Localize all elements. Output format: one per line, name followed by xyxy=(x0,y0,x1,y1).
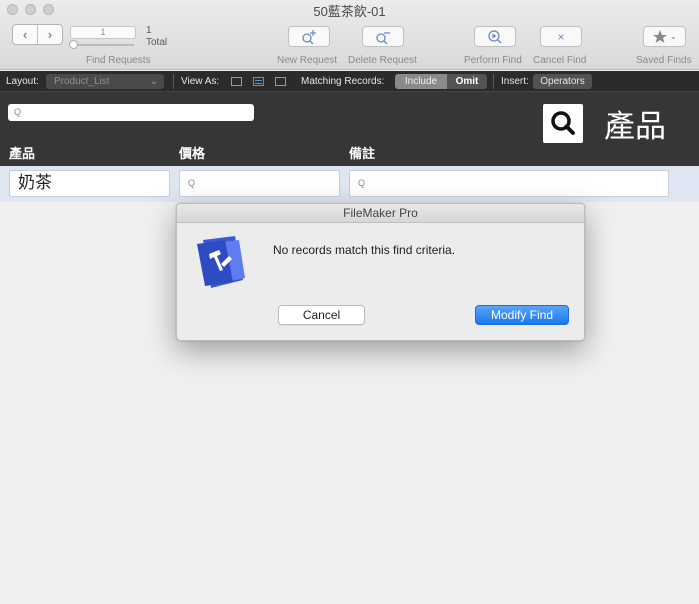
table-view-icon[interactable] xyxy=(275,77,286,86)
price-field[interactable]: Q xyxy=(179,170,340,197)
previous-request-button[interactable]: ‹ xyxy=(13,25,37,44)
chevron-down-icon: ⌄ xyxy=(149,76,158,87)
modify-find-button[interactable]: Modify Find xyxy=(475,305,569,325)
delete-request-button[interactable] xyxy=(362,26,404,47)
saved-finds-button[interactable]: ⌄ xyxy=(643,26,686,47)
note-field[interactable]: Q xyxy=(349,170,669,197)
divider xyxy=(173,74,174,89)
record-navigation: ‹ › xyxy=(12,24,63,45)
cancel-find-caption: Cancel Find xyxy=(533,55,587,66)
toolbar: 50藍茶飲-01 ‹ › 1 1 Total Find Requests New… xyxy=(0,0,699,70)
view-as-label: View As: xyxy=(181,76,220,87)
find-requests-caption: Find Requests xyxy=(86,55,151,66)
layout-header: Q 產品 產品 價格 備註 xyxy=(0,92,699,166)
matching-records-toggle: Include Omit xyxy=(395,74,487,89)
window-title: 50藍茶飲-01 xyxy=(313,4,386,19)
divider xyxy=(493,74,494,89)
matching-records-label: Matching Records: xyxy=(301,76,385,87)
find-request-row: 奶茶 Q Q xyxy=(0,166,699,202)
filemaker-app-icon xyxy=(197,236,245,288)
new-request-caption: New Request xyxy=(277,55,338,66)
new-request-button[interactable] xyxy=(288,26,330,47)
delete-request-caption: Delete Request xyxy=(348,55,417,66)
perform-find-icon xyxy=(488,29,502,43)
layout-select-value: Product_List xyxy=(54,76,110,87)
chevron-right-icon: › xyxy=(47,27,53,42)
request-slider-track[interactable] xyxy=(72,44,134,46)
close-icon: × xyxy=(557,29,565,44)
current-request-field[interactable]: 1 xyxy=(70,26,136,39)
search-button[interactable] xyxy=(543,104,583,143)
saved-finds-caption: Saved Finds xyxy=(636,55,692,66)
star-icon xyxy=(653,30,668,43)
app-window: 50藍茶飲-01 ‹ › 1 1 Total Find Requests New… xyxy=(0,0,699,604)
dialog-message: No records match this find criteria. xyxy=(273,243,456,257)
cancel-button[interactable]: Cancel xyxy=(278,305,365,325)
layout-select[interactable]: Product_List ⌄ xyxy=(46,74,164,89)
search-minus-icon xyxy=(376,31,390,44)
omit-button[interactable]: Omit xyxy=(447,74,487,89)
layout-bar: Layout: Product_List ⌄ View As: Matching… xyxy=(0,71,699,92)
search-icon: Q xyxy=(358,178,366,188)
insert-label: Insert: xyxy=(501,76,529,87)
column-header-product: 產品 xyxy=(9,147,36,162)
list-view-icon[interactable] xyxy=(253,77,264,86)
layout-title: 產品 xyxy=(604,109,666,145)
chevron-down-icon: ⌄ xyxy=(670,32,677,41)
perform-find-caption: Perform Find xyxy=(464,55,522,66)
column-header-note: 備註 xyxy=(349,147,376,162)
alert-dialog: FileMaker Pro No records match this find… xyxy=(176,203,585,341)
form-view-icon[interactable] xyxy=(231,77,242,86)
request-slider-knob[interactable] xyxy=(69,40,78,49)
cancel-find-button[interactable]: × xyxy=(540,26,582,47)
layout-label: Layout: xyxy=(6,76,39,87)
perform-find-button[interactable] xyxy=(474,26,516,47)
operators-button[interactable]: Operators xyxy=(533,74,592,89)
quick-search-field[interactable]: Q xyxy=(8,104,254,121)
dialog-title: FileMaker Pro xyxy=(177,204,584,223)
search-icon xyxy=(551,111,575,135)
search-icon: Q xyxy=(14,107,22,117)
next-request-button[interactable]: › xyxy=(37,25,62,44)
search-plus-icon xyxy=(302,29,316,44)
request-count: 1 xyxy=(146,25,152,36)
search-icon: Q xyxy=(188,178,196,188)
chevron-left-icon: ‹ xyxy=(22,27,28,42)
product-field[interactable]: 奶茶 xyxy=(9,170,170,197)
column-header-price: 價格 xyxy=(179,147,206,162)
total-label: Total xyxy=(146,37,168,48)
include-button[interactable]: Include xyxy=(395,74,447,89)
